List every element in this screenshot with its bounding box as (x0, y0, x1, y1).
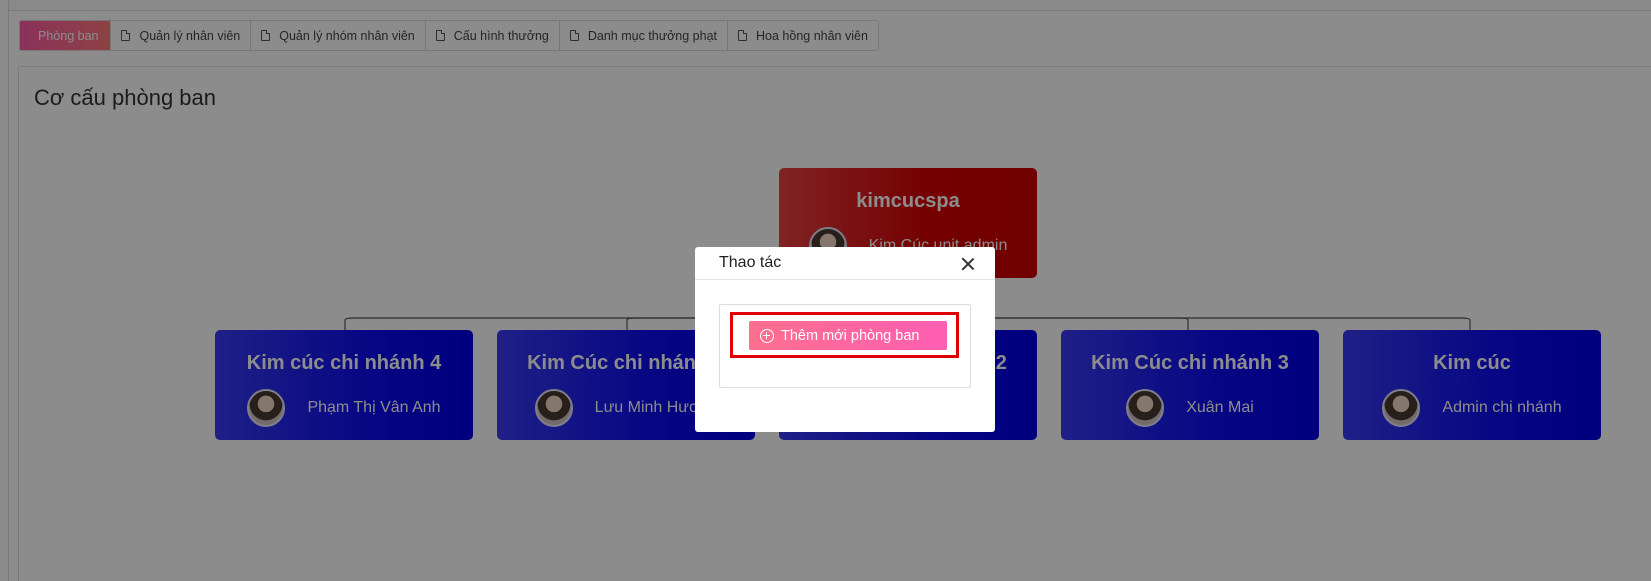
plus-circle-icon (760, 328, 774, 343)
actions-modal: Thao tác Thêm mới phòng ban (695, 247, 995, 432)
modal-title: Thao tác (719, 254, 782, 271)
close-icon[interactable] (959, 255, 977, 273)
add-department-button[interactable]: Thêm mới phòng ban (749, 321, 947, 350)
modal-header: Thao tác (695, 247, 995, 280)
highlight-box: Thêm mới phòng ban (730, 312, 959, 358)
add-department-label: Thêm mới phòng ban (781, 327, 920, 344)
modal-body: Thêm mới phòng ban (719, 304, 971, 388)
